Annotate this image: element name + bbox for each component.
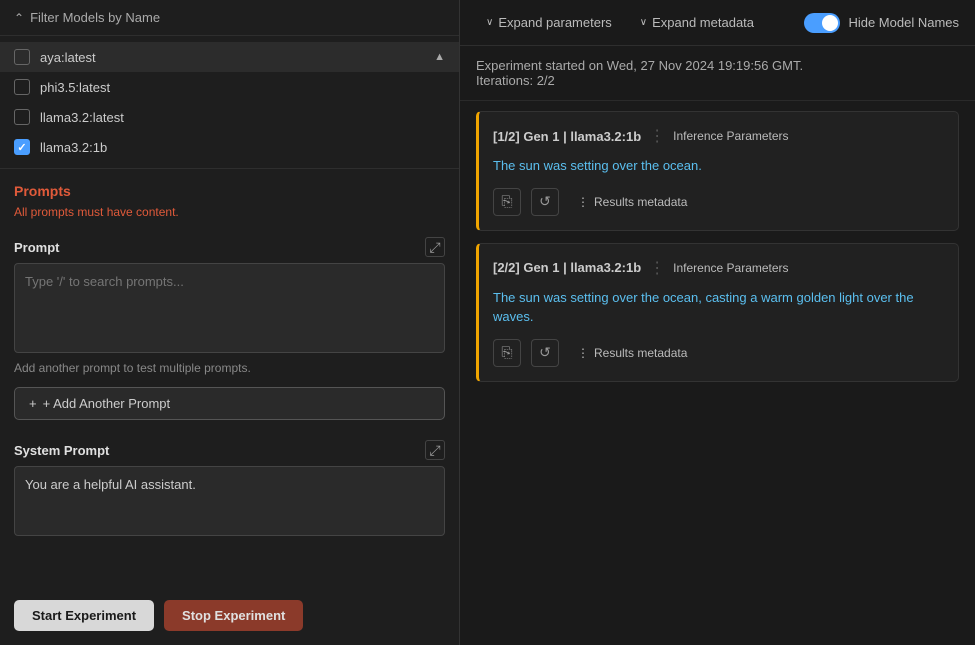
right-header: ∨ Expand parameters ∨ Expand metadata Hi… (460, 0, 975, 46)
add-another-prompt-button[interactable]: + + Add Another Prompt (14, 387, 445, 420)
card-2-copy-button[interactable]: ⎘ (493, 339, 521, 367)
prompt-label-row: Prompt ⤢ (0, 229, 459, 263)
card-2-results-metadata-button[interactable]: ⋮ Results metadata (569, 342, 695, 364)
card-2-dots-icon: ⋮ (577, 346, 589, 360)
card-2-results-metadata-label: Results metadata (594, 346, 687, 360)
start-experiment-button[interactable]: Start Experiment (14, 600, 154, 631)
experiment-info: Experiment started on Wed, 27 Nov 2024 1… (460, 46, 975, 101)
hide-model-names-label: Hide Model Names (848, 15, 959, 30)
model-item-aya[interactable]: aya:latest ▲ (0, 42, 459, 72)
add-prompt-info: Add another prompt to test multiple prom… (0, 353, 459, 379)
model-item-llama32-latest[interactable]: llama3.2:latest (0, 102, 459, 132)
prompt-label: Prompt (14, 240, 60, 255)
card-2-tag: [2/2] Gen 1 | llama3.2:1b (493, 260, 641, 275)
expand-arrows-icon-2: ⤢ (429, 442, 440, 459)
bottom-bar: Start Experiment Stop Experiment (0, 586, 459, 645)
card-1-copy-button[interactable]: ⎘ (493, 188, 521, 216)
prompt-expand-icon[interactable]: ⤢ (425, 237, 445, 257)
refresh-icon: ↺ (539, 193, 551, 210)
model-name-aya: aya:latest (40, 50, 96, 65)
system-prompt-textarea[interactable]: You are a helpful AI assistant. (14, 466, 445, 536)
expand-metadata-button[interactable]: ∨ Expand metadata (630, 10, 764, 35)
copy-icon: ⎘ (501, 193, 512, 210)
card-2-sep: ⋮ (649, 258, 665, 278)
card-2-text: The sun was setting over the ocean, cast… (493, 288, 944, 327)
system-prompt-label-row: System Prompt ⤢ (0, 428, 459, 466)
card-1-refresh-button[interactable]: ↺ (531, 188, 559, 216)
add-another-prompt-label: + Add Another Prompt (43, 396, 171, 411)
prompt-textarea[interactable] (14, 263, 445, 353)
prompts-error: All prompts must have content. (0, 203, 459, 229)
system-prompt-label: System Prompt (14, 443, 109, 458)
filter-label: Filter Models by Name (30, 10, 160, 25)
expand-metadata-label: Expand metadata (652, 15, 754, 30)
expand-params-arrow-icon: ∨ (486, 17, 493, 28)
model-name-llama32-1b: llama3.2:1b (40, 140, 107, 155)
cursor-indicator: ▲ (434, 51, 445, 63)
card-1-inference-link[interactable]: Inference Parameters (673, 129, 788, 143)
filter-icon: ⌃ (14, 11, 24, 25)
model-name-llama32-latest: llama3.2:latest (40, 110, 124, 125)
card-1-sep: ⋮ (649, 126, 665, 146)
card-2-inference-link[interactable]: Inference Parameters (673, 261, 788, 275)
card-1-results-metadata-label: Results metadata (594, 195, 687, 209)
card-1-dots-icon: ⋮ (577, 195, 589, 209)
result-card-2: [2/2] Gen 1 | llama3.2:1b ⋮ Inference Pa… (476, 243, 959, 382)
expand-parameters-button[interactable]: ∨ Expand parameters (476, 10, 622, 35)
model-list: aya:latest ▲ phi3.5:latest llama3.2:late… (0, 36, 459, 169)
card-2-refresh-button[interactable]: ↺ (531, 339, 559, 367)
expand-arrows-icon: ⤢ (429, 239, 440, 256)
hide-model-names-toggle[interactable] (804, 13, 840, 33)
stop-experiment-button[interactable]: Stop Experiment (164, 600, 303, 631)
checkbox-llama32-1b[interactable] (14, 139, 30, 155)
model-item-llama32-1b[interactable]: llama3.2:1b (0, 132, 459, 162)
result-card-1: [1/2] Gen 1 | llama3.2:1b ⋮ Inference Pa… (476, 111, 959, 231)
result-cards: [1/2] Gen 1 | llama3.2:1b ⋮ Inference Pa… (460, 101, 975, 392)
left-panel: ⌃ Filter Models by Name aya:latest ▲ phi… (0, 0, 460, 645)
filter-header: ⌃ Filter Models by Name (0, 0, 459, 36)
card-1-header: [1/2] Gen 1 | llama3.2:1b ⋮ Inference Pa… (493, 126, 944, 146)
checkbox-aya[interactable] (14, 49, 30, 65)
card-1-actions: ⎘ ↺ ⋮ Results metadata (493, 188, 944, 216)
model-name-phi35: phi3.5:latest (40, 80, 110, 95)
right-panel: ∨ Expand parameters ∨ Expand metadata Hi… (460, 0, 975, 645)
checkbox-llama32-latest[interactable] (14, 109, 30, 125)
experiment-started-text: Experiment started on Wed, 27 Nov 2024 1… (476, 58, 959, 73)
card-1-text: The sun was setting over the ocean. (493, 156, 944, 176)
expand-metadata-arrow-icon: ∨ (640, 17, 647, 28)
checkbox-phi35[interactable] (14, 79, 30, 95)
toggle-container: Hide Model Names (804, 13, 959, 33)
prompts-section-title: Prompts (0, 169, 459, 203)
plus-icon: + (29, 396, 37, 411)
card-1-results-metadata-button[interactable]: ⋮ Results metadata (569, 191, 695, 213)
iterations-text: Iterations: 2/2 (476, 73, 959, 88)
card-1-tag: [1/2] Gen 1 | llama3.2:1b (493, 129, 641, 144)
expand-parameters-label: Expand parameters (498, 15, 611, 30)
model-item-phi35[interactable]: phi3.5:latest (0, 72, 459, 102)
copy-icon-2: ⎘ (501, 344, 512, 361)
system-prompt-expand-icon[interactable]: ⤢ (425, 440, 445, 460)
card-2-header: [2/2] Gen 1 | llama3.2:1b ⋮ Inference Pa… (493, 258, 944, 278)
card-2-actions: ⎘ ↺ ⋮ Results metadata (493, 339, 944, 367)
refresh-icon-2: ↺ (539, 344, 551, 361)
